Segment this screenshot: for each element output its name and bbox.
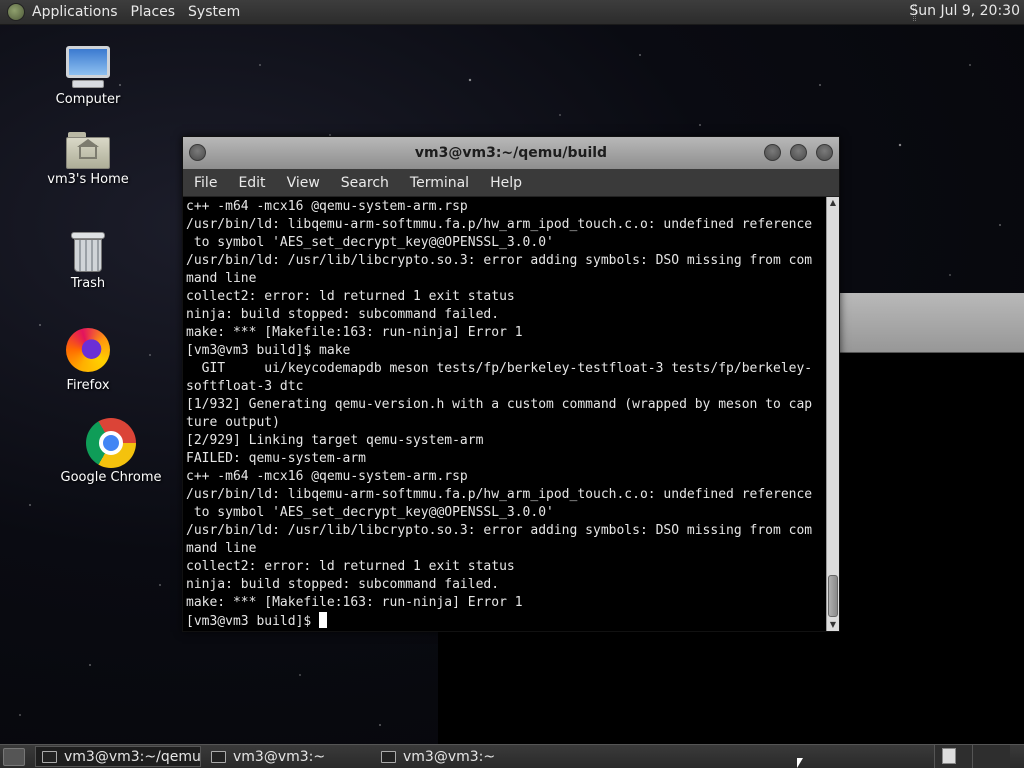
terminal-icon [211,750,226,763]
terminal-line: [vm3@vm3 build]$ make [186,343,351,358]
terminal-line: c++ -m64 -mcx16 @qemu-system-arm.rsp [186,199,468,214]
taskbar-item-terminal-home-1[interactable]: vm3@vm3:~ [205,746,371,767]
top-panel: Applications Places System Sun Jul 9, 20… [0,0,1024,25]
menu-terminal[interactable]: Terminal [410,175,469,191]
firefox-label: Firefox [66,378,110,393]
desktop-icon-computer[interactable]: Computer [33,46,143,107]
taskbar-item-label: vm3@vm3:~ [233,748,326,765]
terminal-line: to symbol 'AES_set_decrypt_key@@OPENSSL_… [186,235,554,250]
terminal-line: GIT ui/keycodemapdb meson tests/fp/berke… [186,361,813,376]
firefox-icon [66,328,110,372]
computer-icon [64,46,112,90]
desktop-icon-chrome[interactable]: Google Chrome [56,418,166,485]
gnome-foot-icon[interactable] [7,3,25,21]
terminal-line: /usr/bin/ld: /usr/lib/libcrypto.so.3: er… [186,523,813,538]
terminal-line: /usr/bin/ld: libqemu-arm-softmmu.fa.p/hw… [186,217,813,232]
show-desktop-icon[interactable] [3,747,25,766]
scrollbar-thumb[interactable] [828,575,838,617]
applications-menu[interactable]: Applications [32,4,118,20]
terminal-scrollbar[interactable]: ▲ ▼ [826,197,839,631]
terminal-prompt-line[interactable]: [vm3@vm3 build]$ [186,612,827,631]
menu-search[interactable]: Search [341,175,389,191]
terminal-menubar: File Edit View Search Terminal Help [183,169,839,197]
bottom-taskbar: vm3@vm3:~/qemu/... vm3@vm3:~ vm3@vm3:~ [0,744,1024,768]
home-label: vm3's Home [47,172,129,187]
terminal-line: ture output) [186,415,280,430]
terminal-line: c++ -m64 -mcx16 @qemu-system-arm.rsp [186,469,468,484]
terminal-line: make: *** [Makefile:163: run-ninja] Erro… [186,595,523,610]
terminal-line: FAILED: qemu-system-arm [186,451,367,466]
menu-view[interactable]: View [287,175,320,191]
maximize-button[interactable] [790,144,807,161]
computer-label: Computer [55,92,121,107]
terminal-output[interactable]: c++ -m64 -mcx16 @qemu-system-arm.rsp/usr… [183,197,827,631]
terminal-line: mand line [186,541,257,556]
terminal-line: ninja: build stopped: subcommand failed. [186,577,500,592]
terminal-line: make: *** [Makefile:163: run-ninja] Erro… [186,325,523,340]
workspace-window-icon [942,748,956,764]
text-cursor [319,612,328,628]
terminal-line: to symbol 'AES_set_decrypt_key@@OPENSSL_… [186,505,554,520]
system-menu[interactable]: System [188,4,240,20]
terminal-line: /usr/bin/ld: libqemu-arm-softmmu.fa.p/hw… [186,487,813,502]
trash-icon [70,230,106,274]
terminal-line: ninja: build stopped: subcommand failed. [186,307,500,322]
trash-label: Trash [70,276,106,291]
terminal-line: mand line [186,271,257,286]
clock[interactable]: Sun Jul 9, 20:30 [909,3,1020,19]
desktop-icon-trash[interactable]: Trash [33,230,143,291]
scroll-down-arrow-icon[interactable]: ▼ [827,619,839,631]
taskbar-item-label: vm3@vm3:~ [403,748,496,765]
chrome-label: Google Chrome [60,470,162,485]
menu-file[interactable]: File [194,175,217,191]
home-folder-icon [66,130,110,170]
places-menu[interactable]: Places [131,4,176,20]
desktop-icon-home[interactable]: vm3's Home [33,130,143,187]
close-button[interactable] [816,144,833,161]
terminal-line: [1/932] Generating qemu-version.h with a… [186,397,813,412]
desktop-icon-firefox[interactable]: Firefox [33,328,143,393]
mouse-pointer-icon [797,758,803,768]
taskbar-item-label: vm3@vm3:~/qemu/... [64,748,201,765]
window-menu-button[interactable] [189,144,206,161]
terminal-titlebar[interactable]: vm3@vm3:~/qemu/build [183,137,839,169]
chrome-icon [86,418,136,468]
scroll-up-arrow-icon[interactable]: ▲ [827,197,839,209]
terminal-window[interactable]: vm3@vm3:~/qemu/build File Edit View Sear… [182,136,840,632]
terminal-line: softfloat-3 dtc [186,379,304,394]
terminal-line: collect2: error: ld returned 1 exit stat… [186,559,515,574]
terminal-line: [2/929] Linking target qemu-system-arm [186,433,484,448]
taskbar-item-terminal-home-2[interactable]: vm3@vm3:~ [375,746,541,767]
taskbar-item-terminal-qemu[interactable]: vm3@vm3:~/qemu/... [35,746,201,767]
menu-edit[interactable]: Edit [238,175,265,191]
terminal-icon [42,750,57,763]
shell-prompt: [vm3@vm3 build]$ [186,614,320,629]
menu-help[interactable]: Help [490,175,522,191]
workspace-2[interactable] [972,745,1010,768]
minimize-button[interactable] [764,144,781,161]
terminal-title: vm3@vm3:~/qemu/build [414,145,608,161]
terminal-line: /usr/bin/ld: /usr/lib/libcrypto.so.3: er… [186,253,813,268]
terminal-icon [381,750,396,763]
terminal-line: collect2: error: ld returned 1 exit stat… [186,289,515,304]
